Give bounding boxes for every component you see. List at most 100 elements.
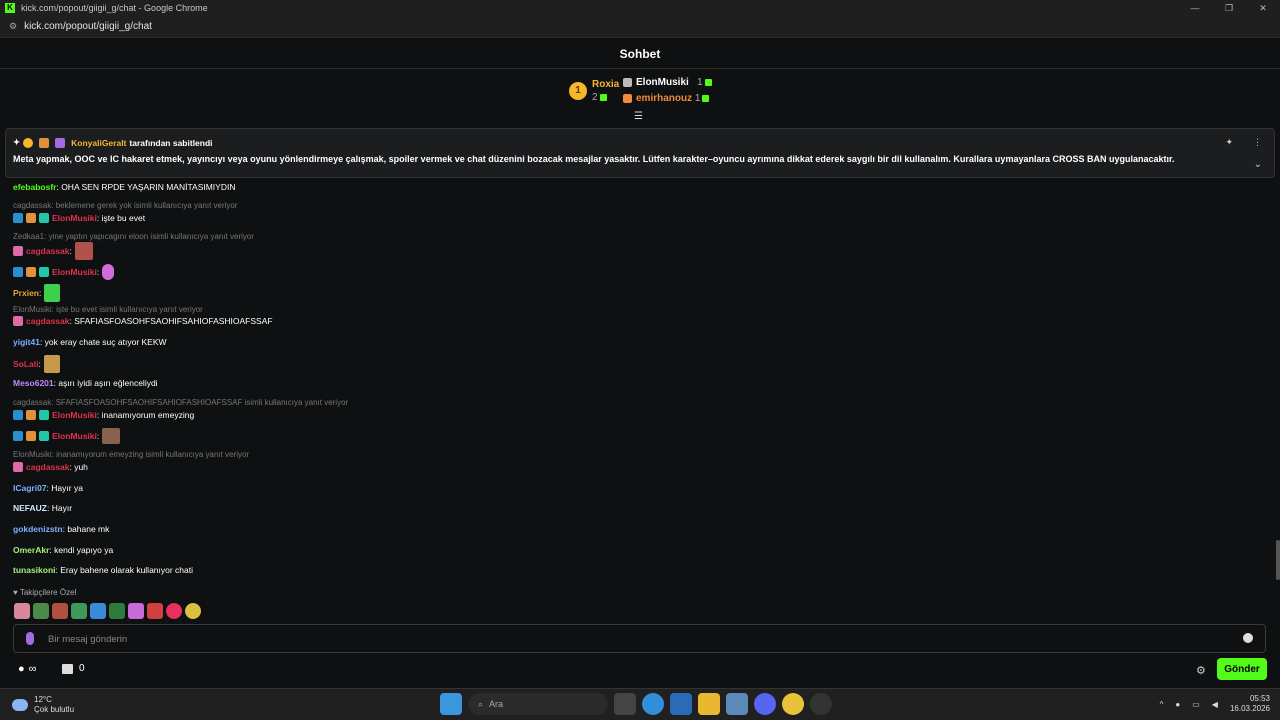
pinned-header: ✦ KonyaliGeralt tarafından sabitlendi bbox=[13, 137, 213, 148]
maximize-icon[interactable]: ❐ bbox=[1212, 0, 1246, 16]
chat-title: Sohbet bbox=[0, 39, 1280, 69]
mic-tray-icon[interactable]: ● bbox=[1175, 700, 1180, 709]
reply-context[interactable]: cagdassak: SFAFIASFOASOHFSAOHIFSAHIOFASH… bbox=[13, 398, 348, 407]
emote-icon[interactable] bbox=[128, 603, 144, 619]
task-view-icon[interactable] bbox=[614, 693, 636, 715]
unpin-icon[interactable]: ✦ bbox=[1225, 137, 1233, 148]
emote-icon[interactable] bbox=[166, 603, 182, 619]
message-input-box bbox=[13, 624, 1266, 653]
chrome-icon[interactable] bbox=[782, 693, 804, 715]
mic-icon[interactable] bbox=[26, 632, 34, 645]
emote-icon bbox=[102, 428, 121, 444]
reply-context[interactable]: ElonMusiki: işte bu evet isimli kullanıc… bbox=[13, 305, 203, 314]
emote-icon[interactable] bbox=[71, 603, 87, 619]
cloud-icon bbox=[12, 699, 28, 711]
chat-message: cagdassak: SFAFIASFOASOHFSAOHIFSAHIOFASH… bbox=[13, 316, 273, 326]
points-icon: ● bbox=[18, 663, 25, 675]
chat-message: cagdassak: bbox=[13, 242, 93, 260]
emote-icon[interactable] bbox=[33, 603, 49, 619]
chat-message: NEFAUZ: Hayır bbox=[13, 503, 73, 513]
settings-icon[interactable]: ⚙ bbox=[1196, 664, 1206, 677]
chevron-up-icon[interactable]: ^ bbox=[1160, 700, 1164, 709]
store-button[interactable]: 0 bbox=[62, 663, 85, 674]
chat-message: ElonMusiki: bbox=[13, 428, 121, 444]
butterfly-badge-icon bbox=[26, 410, 36, 420]
send-button[interactable]: Gönder bbox=[1217, 658, 1267, 680]
chat-message: SoLali: bbox=[13, 355, 60, 373]
windows-start-icon[interactable] bbox=[440, 693, 462, 715]
vip-badge-icon bbox=[13, 410, 23, 420]
browser-titlebar: K kick.com/popout/giigii_g/chat - Google… bbox=[0, 0, 1280, 16]
leaderboard-third[interactable]: emirhanouz 1 bbox=[623, 93, 710, 104]
infinity-icon: ∞ bbox=[28, 663, 37, 675]
chevron-down-icon[interactable]: ⌄ bbox=[1254, 159, 1262, 170]
gift-icon bbox=[599, 93, 607, 101]
chat-message: ElonMusiki: bbox=[13, 264, 115, 280]
message-input[interactable] bbox=[48, 629, 1228, 649]
minimize-icon[interactable]: — bbox=[1178, 0, 1212, 16]
url-text[interactable]: kick.com/popout/giigii_g/chat bbox=[24, 21, 152, 32]
chat-message: efebabosfr: OHA SEN RPDE YAŞARIN MANİTAS… bbox=[13, 182, 236, 192]
chat-message: Prxien: bbox=[13, 284, 61, 302]
discord-icon[interactable] bbox=[754, 693, 776, 715]
emote-icon[interactable] bbox=[109, 603, 125, 619]
chat-scrollbar[interactable] bbox=[1276, 540, 1280, 580]
sub-badge-icon bbox=[39, 267, 49, 277]
chat-message: ElonMusiki: işte bu evet bbox=[13, 213, 145, 223]
window-controls: — ❐ ✕ bbox=[1178, 0, 1280, 16]
leaderboard-first-name[interactable]: Roxia bbox=[592, 79, 619, 90]
edge-icon[interactable] bbox=[642, 693, 664, 715]
gift-icon bbox=[704, 78, 712, 86]
emote-icon[interactable] bbox=[185, 603, 201, 619]
chat-message: gokdenizstn: bahane mk bbox=[13, 524, 110, 534]
reply-context[interactable]: Zedkaa1: yine yaptın yapıcagını eloon is… bbox=[13, 232, 254, 241]
butterfly-badge-icon bbox=[39, 137, 50, 148]
vip-badge-icon bbox=[13, 431, 23, 441]
emoji-icon[interactable] bbox=[1243, 633, 1253, 643]
address-bar[interactable]: ⚙ kick.com/popout/giigii_g/chat bbox=[0, 16, 1280, 38]
emote-icon bbox=[44, 284, 61, 302]
more-icon[interactable]: ⋮ bbox=[1253, 137, 1262, 148]
gift-leaderboard: 1 Roxia 2 ElonMusiki 1 emirhanouz 1 bbox=[568, 75, 718, 109]
emote-icon[interactable] bbox=[14, 603, 30, 619]
explorer-icon[interactable] bbox=[698, 693, 720, 715]
volume-icon[interactable]: ◀ bbox=[1212, 700, 1218, 709]
gold-badge-icon bbox=[23, 137, 34, 148]
network-icon[interactable]: ▭ bbox=[1192, 700, 1200, 709]
store-icon bbox=[62, 663, 73, 674]
leaderboard-second[interactable]: ElonMusiki 1 bbox=[623, 77, 712, 88]
emote-icon[interactable] bbox=[90, 603, 106, 619]
kick-favicon-icon: K bbox=[5, 3, 15, 13]
temperature: 12°C bbox=[34, 695, 52, 704]
collapse-leaderboard-icon[interactable]: ☰ bbox=[634, 111, 643, 122]
app-icon[interactable] bbox=[810, 693, 832, 715]
weather-widget[interactable]: 12°C Çok bulutlu bbox=[12, 695, 74, 715]
heart-icon: ♥ bbox=[13, 588, 18, 597]
pin-icon: ✦ bbox=[13, 137, 21, 147]
window-title: kick.com/popout/giigii_g/chat - Google C… bbox=[21, 3, 208, 13]
emote-icon bbox=[102, 264, 115, 280]
chat-message: ElonMusiki: inanamıyorum emeyzing bbox=[13, 410, 194, 420]
emote-icon[interactable] bbox=[52, 603, 68, 619]
pinned-text: Meta yapmak, OOC ve IC hakaret etmek, ya… bbox=[13, 154, 1175, 164]
emote-icon[interactable] bbox=[147, 603, 163, 619]
pinned-by-suffix: tarafından sabitlendi bbox=[129, 137, 213, 148]
clock[interactable]: 05:53 16.03.2026 bbox=[1230, 694, 1270, 714]
weather-text: Çok bulutlu bbox=[34, 705, 75, 714]
store-app-icon[interactable] bbox=[670, 693, 692, 715]
reply-context[interactable]: cagdassak: beklemene gerek yok isimli ku… bbox=[13, 201, 238, 210]
pinned-by-user[interactable]: KonyaliGeralt bbox=[71, 138, 126, 148]
chat-message: OmerAkr: kendi yapıyo ya bbox=[13, 545, 114, 555]
reply-context[interactable]: ElonMusiki: inanamıyorum emeyzing isimli… bbox=[13, 450, 249, 459]
channel-points[interactable]: ● ∞ bbox=[18, 663, 37, 675]
emote-icon bbox=[43, 355, 60, 373]
hex-badge-icon bbox=[623, 93, 632, 103]
search-icon: ⌕ bbox=[478, 698, 484, 709]
taskbar-search[interactable]: ⌕ Ara bbox=[468, 693, 608, 715]
settings-app-icon[interactable] bbox=[726, 693, 748, 715]
emote-icon bbox=[74, 242, 93, 260]
site-settings-icon[interactable]: ⚙ bbox=[9, 21, 17, 32]
butterfly-badge-icon bbox=[13, 462, 23, 472]
close-icon[interactable]: ✕ bbox=[1246, 0, 1280, 16]
system-tray: ^ ● ▭ ◀ 05:53 16.03.2026 bbox=[1160, 694, 1270, 714]
